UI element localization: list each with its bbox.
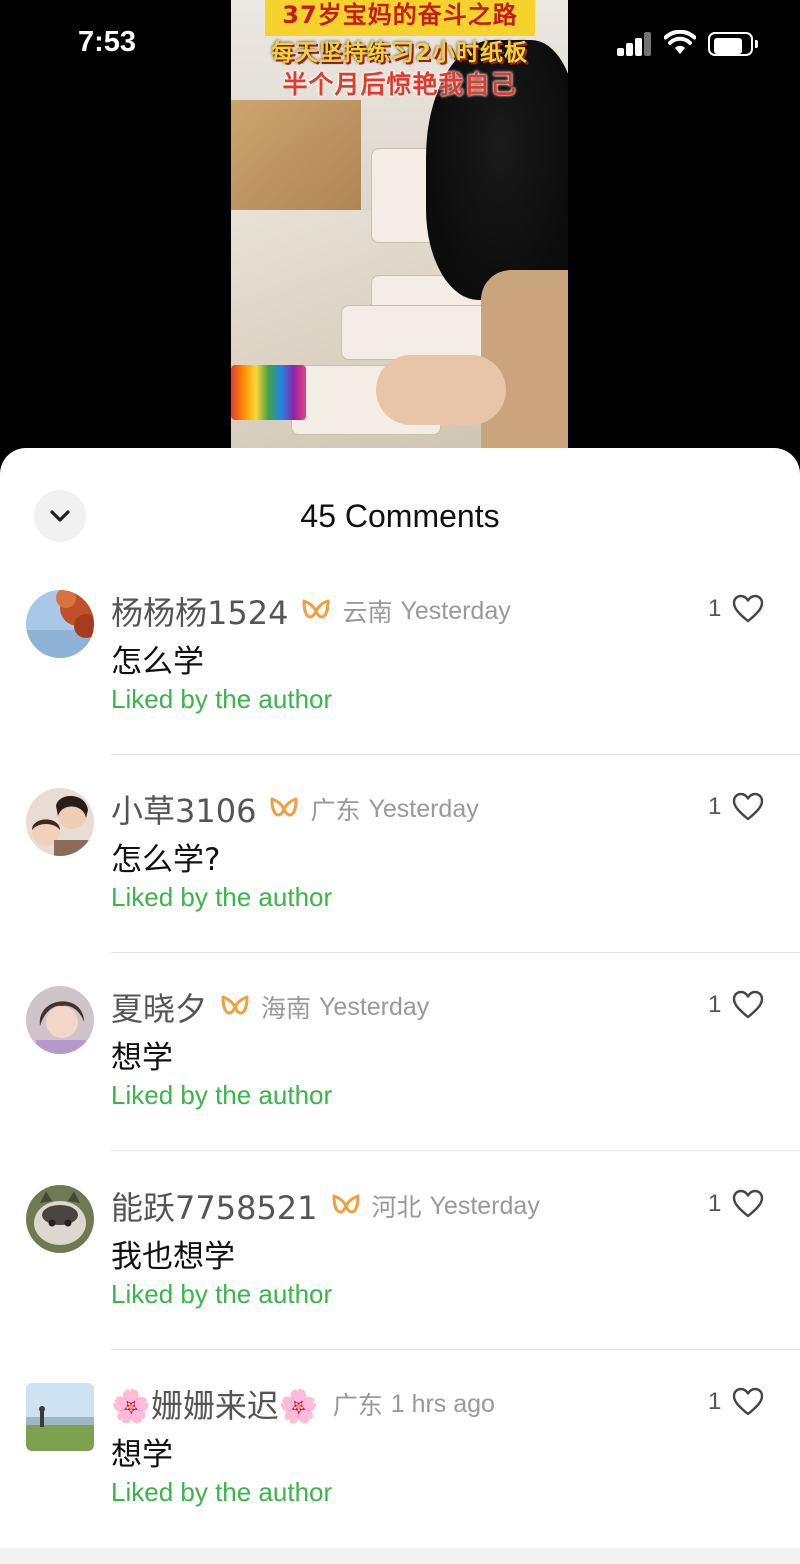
- comment-item[interactable]: 小草3106 广东 Yesterday 怎么学? Liked by the au…: [0, 788, 800, 986]
- avatar[interactable]: [26, 788, 94, 856]
- bottom-strip: [0, 1548, 800, 1564]
- heart-icon[interactable]: [732, 1387, 764, 1417]
- divider: [111, 754, 800, 755]
- comment-meta: 小草3106 广东 Yesterday: [111, 788, 479, 830]
- comment-text: 我也想学: [111, 1239, 235, 1275]
- comment-meta: 杨杨杨1524 云南 Yesterday: [111, 590, 511, 632]
- timestamp: Yesterday: [319, 992, 430, 1021]
- comment-item[interactable]: 🌸姗姗来迟🌸 广东 1 hrs ago 想学 Liked by the auth…: [0, 1383, 800, 1564]
- comments-title: 45 Comments: [300, 498, 500, 534]
- person-hands: [376, 355, 506, 425]
- comment-text: 怎么学: [111, 644, 204, 680]
- liked-by-author-label: Liked by the author: [111, 684, 333, 714]
- comment-text: 想学: [111, 1040, 173, 1076]
- comment-text: 想学: [111, 1437, 173, 1473]
- region: 云南: [342, 598, 393, 627]
- avatar[interactable]: [26, 590, 94, 658]
- liked-by-author-label: Liked by the author: [111, 1080, 333, 1110]
- divider: [111, 1349, 800, 1350]
- like-count: 1: [708, 1388, 722, 1415]
- like-count: 1: [708, 991, 722, 1018]
- wifi-icon: [664, 30, 696, 54]
- comment-item[interactable]: 杨杨杨1524 云南 Yesterday 怎么学 Liked by the au…: [0, 590, 800, 788]
- timestamp: Yesterday: [400, 596, 511, 625]
- comment-text: 怎么学?: [111, 842, 221, 878]
- divider: [111, 1150, 800, 1151]
- vip-badge-icon: [302, 599, 330, 619]
- comment-item[interactable]: 能跃7758521 河北 Yesterday 我也想学 Liked by the…: [0, 1185, 800, 1383]
- person-shirt: [481, 270, 568, 448]
- username[interactable]: 夏晓夕: [111, 984, 207, 1030]
- region: 广东: [310, 796, 361, 825]
- username[interactable]: 🌸姗姗来迟🌸: [111, 1381, 319, 1427]
- cellular-signal-icon: [617, 32, 653, 56]
- liked-by-author-label: Liked by the author: [111, 882, 333, 912]
- status-time: 7:53: [78, 26, 137, 58]
- username[interactable]: 能跃7758521: [111, 1183, 318, 1229]
- heart-icon[interactable]: [732, 990, 764, 1020]
- timestamp: 1 hrs ago: [390, 1389, 495, 1418]
- comment-meta: 夏晓夕 海南 Yesterday: [111, 986, 429, 1028]
- status-bar: 7:53: [0, 0, 800, 90]
- like-count: 1: [708, 595, 722, 622]
- comment-meta: 能跃7758521 河北 Yesterday: [111, 1185, 540, 1227]
- heart-icon[interactable]: [732, 1189, 764, 1219]
- region: 广东: [332, 1391, 383, 1420]
- divider: [111, 952, 800, 953]
- battery-icon: [708, 32, 758, 56]
- avatar[interactable]: [26, 1185, 94, 1253]
- heart-icon[interactable]: [732, 792, 764, 822]
- timestamp: Yesterday: [368, 794, 479, 823]
- avatar[interactable]: [26, 986, 94, 1054]
- vip-badge-icon: [332, 1194, 360, 1214]
- video-boxes: [231, 100, 361, 210]
- vip-badge-icon: [270, 797, 298, 817]
- region: 河北: [371, 1193, 422, 1222]
- like-count: 1: [708, 1190, 722, 1217]
- timestamp: Yesterday: [429, 1191, 540, 1220]
- sheet-header: 45 Comments: [0, 448, 800, 578]
- liked-by-author-label: Liked by the author: [111, 1477, 333, 1507]
- comment-meta: 🌸姗姗来迟🌸 广东 1 hrs ago: [111, 1383, 495, 1425]
- region: 海南: [261, 994, 312, 1023]
- heart-icon[interactable]: [732, 594, 764, 624]
- comments-sheet: 45 Comments 杨杨杨1524 云南 Yesterday 怎么学 Lik…: [0, 448, 800, 1564]
- face-card: [341, 305, 491, 360]
- username[interactable]: 杨杨杨1524: [111, 588, 288, 634]
- username[interactable]: 小草3106: [111, 786, 256, 832]
- comment-item[interactable]: 夏晓夕 海南 Yesterday 想学 Liked by the author …: [0, 986, 800, 1184]
- like-count: 1: [708, 793, 722, 820]
- vip-badge-icon: [221, 995, 249, 1015]
- avatar[interactable]: [26, 1383, 94, 1451]
- liked-by-author-label: Liked by the author: [111, 1279, 333, 1309]
- paint-palette: [231, 365, 306, 420]
